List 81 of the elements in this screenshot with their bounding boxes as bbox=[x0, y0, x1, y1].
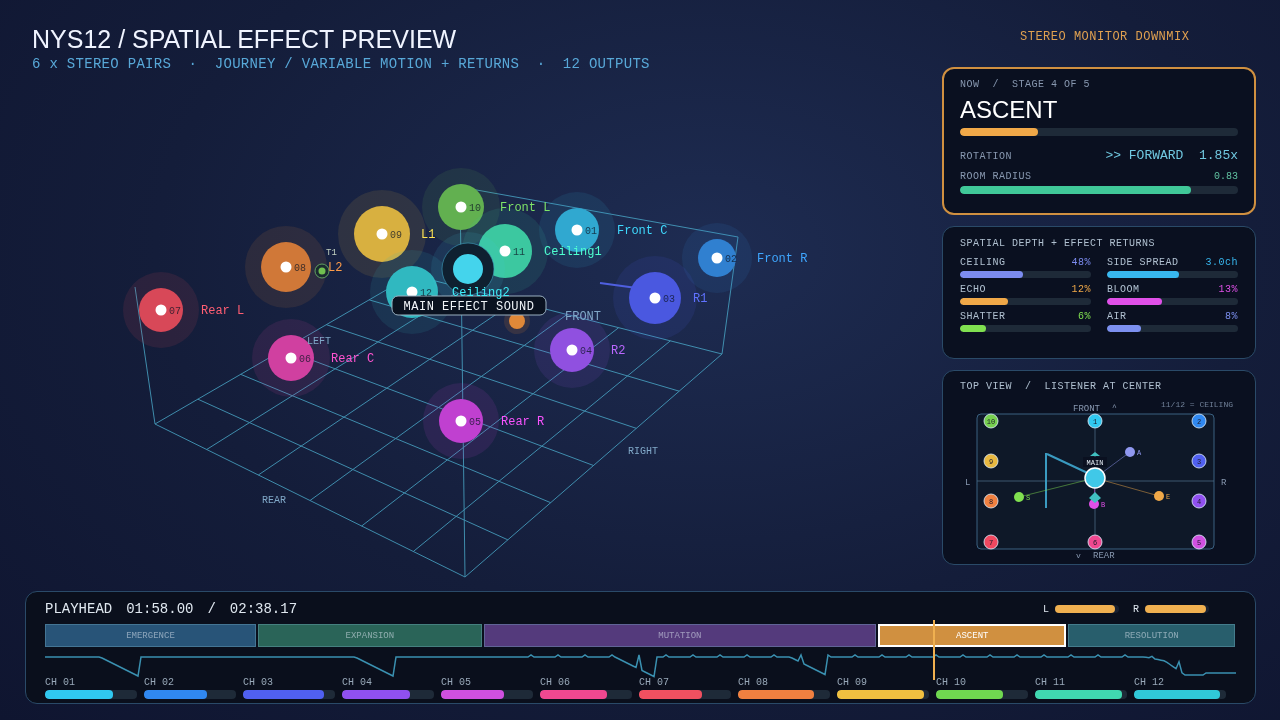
effect-label: CEILING bbox=[960, 257, 1006, 268]
channel-label: CH 10 bbox=[936, 677, 967, 690]
monitor-label: STEREO MONITOR DOWNMIX bbox=[1020, 30, 1191, 46]
left-label: L bbox=[965, 478, 971, 488]
channel-label: CH 05 bbox=[441, 677, 472, 690]
effect-value: 48% bbox=[1071, 257, 1091, 268]
top-view-title: TOP VIEW / LISTENER AT CENTER bbox=[960, 381, 1163, 392]
rear-label: REAR bbox=[1093, 551, 1115, 561]
speaker-number: 08 bbox=[294, 263, 306, 274]
speaker-label: Front R bbox=[757, 252, 808, 266]
channel-label: CH 11 bbox=[1035, 677, 1066, 690]
speaker-number: 11 bbox=[513, 247, 525, 258]
effect-label: AIR bbox=[1107, 311, 1127, 322]
right-label: R bbox=[1221, 478, 1227, 488]
effect-value: 3.0ch bbox=[1205, 257, 1238, 268]
page-title: NYS12 / SPATIAL EFFECT PREVIEW bbox=[32, 25, 458, 53]
speaker-number: 10 bbox=[469, 203, 481, 214]
ceiling-legend: 11/12 = CEILING bbox=[1161, 400, 1233, 409]
axis-label: REAR bbox=[262, 495, 286, 506]
playhead-line[interactable] bbox=[932, 620, 935, 680]
speaker-label: Front C bbox=[617, 224, 668, 238]
effect-value: 12% bbox=[1071, 284, 1091, 295]
front-label: FRONT bbox=[1073, 404, 1100, 414]
speaker-number: 04 bbox=[580, 346, 592, 357]
speaker-number: 06 bbox=[299, 354, 311, 365]
marker-label: T1 bbox=[326, 248, 337, 258]
meter-label: R bbox=[1133, 603, 1139, 615]
stage-name: ASCENT bbox=[960, 96, 1059, 124]
speaker-label: L1 bbox=[421, 228, 436, 242]
speaker-label: Ceiling1 bbox=[544, 245, 602, 259]
page-subtitle: 6 x STEREO PAIRS · JOURNEY / VARIABLE MOTION + RETURNS · 12 OUTPUTS bbox=[32, 56, 651, 72]
current-time: 01:58.00 bbox=[126, 601, 194, 617]
stage-segment[interactable]: ASCENT bbox=[878, 624, 1067, 647]
marker-dot bbox=[314, 263, 330, 279]
front-arrow: ^ bbox=[1112, 403, 1117, 412]
effect-label: BLOOM bbox=[1107, 284, 1140, 295]
playhead-label: PLAYHEAD bbox=[45, 601, 113, 617]
speaker-label: Rear L bbox=[201, 304, 245, 318]
rotation-value: >> FORWARD 1.85x bbox=[1105, 148, 1238, 163]
channel-label: CH 01 bbox=[45, 677, 76, 690]
radius-value: 0.83 bbox=[1214, 171, 1238, 182]
channel-label: CH 06 bbox=[540, 677, 571, 690]
speaker-number: 01 bbox=[585, 226, 597, 237]
speaker-label: L2 bbox=[328, 261, 343, 275]
rear-arrow: v bbox=[1076, 551, 1081, 560]
channel-label: CH 04 bbox=[342, 677, 373, 690]
effect-value: 13% bbox=[1218, 284, 1238, 295]
channel-label: CH 07 bbox=[639, 677, 670, 690]
stage-label: NOW / STAGE 4 OF 5 bbox=[960, 79, 1092, 90]
speaker-label: Front L bbox=[500, 201, 551, 215]
speaker-label: Rear R bbox=[501, 415, 545, 429]
axis-label: RIGHT bbox=[628, 446, 658, 457]
channel-label: CH 03 bbox=[243, 677, 274, 690]
axis-label: LEFT bbox=[307, 336, 331, 347]
radius-label: ROOM RADIUS bbox=[960, 171, 1032, 182]
effect-label: ECHO bbox=[960, 284, 986, 295]
speaker-label: R1 bbox=[693, 292, 708, 306]
speaker-number: 05 bbox=[469, 417, 481, 428]
channel-label: CH 09 bbox=[837, 677, 868, 690]
speaker-label: Rear C bbox=[331, 352, 375, 366]
stage-segment[interactable]: RESOLUTION bbox=[1068, 624, 1235, 647]
channel-label: CH 08 bbox=[738, 677, 769, 690]
speaker-label: R2 bbox=[611, 344, 626, 358]
stage-segment[interactable]: EXPANSION bbox=[257, 624, 482, 647]
listener-marker bbox=[1084, 452, 1106, 503]
total-time: 02:38.17 bbox=[229, 601, 298, 617]
rotation-label: ROTATION bbox=[960, 151, 1012, 162]
time-separator: / bbox=[207, 601, 216, 617]
effect-value: 6% bbox=[1078, 311, 1091, 322]
effects-title: SPATIAL DEPTH + EFFECT RETURNS bbox=[960, 238, 1157, 249]
stage-segment[interactable]: MUTATION bbox=[483, 624, 877, 647]
stage-segment[interactable]: EMERGENCE bbox=[45, 624, 256, 647]
speaker-number: 07 bbox=[169, 306, 181, 317]
speaker-number: 03 bbox=[663, 294, 675, 305]
effect-value: 8% bbox=[1225, 311, 1238, 322]
effect-label: SHATTER bbox=[960, 311, 1006, 322]
effect-label: SIDE SPREAD bbox=[1107, 257, 1179, 268]
speaker-number: 09 bbox=[390, 230, 402, 241]
channel-label: CH 02 bbox=[144, 677, 175, 690]
meter-label: L bbox=[1042, 603, 1049, 615]
channel-label: CH 12 bbox=[1134, 677, 1165, 690]
